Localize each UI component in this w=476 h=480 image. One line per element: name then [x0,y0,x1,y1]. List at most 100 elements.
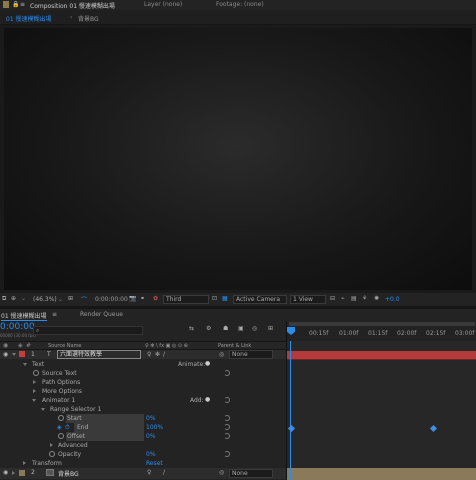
expand-arrow-icon[interactable] [33,389,36,393]
layer-name[interactable]: 背景BG [58,469,79,478]
comp-mini-flowchart-icon[interactable]: ⇆ [189,325,194,332]
motion-blur-icon[interactable]: ◎ [252,325,257,332]
tab-footage[interactable]: Footage: (none) [216,1,264,8]
playhead-line[interactable] [290,341,291,480]
layer-2-duration-bar[interactable] [287,468,476,480]
end-property-row[interactable]: ◈ ⏱ End 100% [0,423,286,432]
parent-link-header[interactable]: Parent & Link [218,343,251,349]
expression-pickwhip-icon[interactable] [224,451,230,457]
work-area-bar[interactable] [289,322,475,326]
zoom-level-dropdown[interactable]: (46.3%) [33,296,57,303]
mask-visibility-icon[interactable]: ⌒ [81,295,87,304]
expand-arrow-icon[interactable] [23,363,27,366]
always-preview-icon[interactable]: ⧉ [2,295,6,303]
expand-arrow-icon[interactable] [33,380,36,384]
subtab-active-comp[interactable]: 01 慢速模糊出場 [6,14,52,23]
expression-pickwhip-icon[interactable] [224,415,230,421]
tab-render-queue[interactable]: Render Queue [80,311,123,318]
current-time-code[interactable]: 0:00:00 [0,322,35,332]
parent-dropdown-layer-2[interactable]: None [229,469,273,478]
layer-name-field[interactable]: 六面選特效教學 [57,350,141,359]
lock-icon[interactable]: 🔒 [12,1,19,8]
magnification-icon[interactable]: ⊕ [11,295,16,302]
timeline-track-area[interactable] [286,341,476,480]
quality-switch-icon[interactable]: / [163,469,165,476]
keyframe-nav-icon[interactable]: ◈ [57,424,62,431]
expression-pickwhip-icon[interactable] [224,424,230,430]
layer-row-1[interactable]: ◉ 1 T 六面選特效教學 ♀ ✻ / ◎ None [0,350,286,359]
animate-add-icon[interactable]: ● [205,360,210,367]
end-value[interactable]: 100% [146,424,163,431]
expand-arrow-icon[interactable] [41,408,45,411]
resolution-dropdown[interactable]: Third [163,295,209,304]
draft-3d-icon[interactable]: ⚙ [206,325,211,332]
expand-arrow-icon[interactable] [23,461,26,465]
expression-pickwhip-icon[interactable] [224,397,230,403]
stopwatch-icon[interactable] [58,433,64,439]
shy-switch-icon[interactable]: ♀ [147,469,151,476]
offset-property-row[interactable]: Offset 0% [0,432,286,441]
view-layout-dropdown[interactable]: 1 View [290,295,326,304]
transform-reset-link[interactable]: Reset [146,460,163,467]
frame-blending-icon[interactable]: ▣ [238,325,244,332]
show-snapshot-icon[interactable]: ⚭ [140,295,145,302]
expand-arrow-icon[interactable] [12,353,16,356]
expand-arrow-icon[interactable] [50,443,53,447]
close-tab-icon[interactable]: ≡ [52,311,57,318]
offset-value[interactable]: 0% [146,433,156,440]
label-color-swatch[interactable] [19,470,25,476]
camera-dropdown[interactable]: Active Camera [233,295,287,304]
tab-layer[interactable]: Layer (none) [144,1,182,8]
expression-pickwhip-icon[interactable] [224,433,230,439]
transform-row[interactable]: Transform Reset [0,459,286,468]
exposure-reset-icon[interactable]: ✺ [374,295,379,302]
current-time-display[interactable]: 0:00:00:00 [95,296,128,303]
stopwatch-active-icon[interactable]: ⏱ [65,424,70,432]
flowchart-icon[interactable]: ⚘ [362,295,367,302]
shy-layers-icon[interactable]: ☗ [223,325,228,332]
fast-preview-icon[interactable]: ⌁ [341,295,345,302]
pickwhip-icon[interactable]: ◎ [219,469,224,476]
composition-viewer[interactable] [0,25,476,293]
layer-1-duration-bar[interactable] [287,351,476,360]
stopwatch-icon[interactable] [33,370,39,376]
label-color-swatch[interactable] [19,351,25,357]
expand-arrow-icon[interactable] [12,471,15,475]
opacity-value[interactable]: 0% [146,451,156,458]
exposure-value[interactable]: +0.0 [385,296,400,303]
parent-dropdown-layer-1[interactable]: None [229,350,273,359]
transparency-grid-icon[interactable]: ▦ [222,295,228,302]
path-options-row[interactable]: Path Options [0,378,286,387]
graph-editor-icon[interactable]: ⊞ [268,325,273,332]
subtab-background-comp[interactable]: 背景BG [78,14,99,23]
range-selector-row[interactable]: Range Selector 1 [0,405,286,414]
region-of-interest-icon[interactable]: ⊡ [212,295,217,302]
pixel-aspect-icon[interactable]: ⊟ [330,295,335,302]
safe-margins-icon[interactable]: ⊞ [68,295,73,302]
expand-arrow-icon[interactable] [32,399,36,402]
more-options-row[interactable]: More Options [0,387,286,396]
snapshot-icon[interactable]: 📷 [129,295,136,302]
source-text-row[interactable]: Source Text [0,369,286,378]
tab-timeline-comp[interactable]: 01 慢速模糊出場 [1,311,47,321]
advanced-row[interactable]: Advanced [0,441,286,450]
quality-switch-icon[interactable]: / [163,351,165,358]
color-channel-icon[interactable]: ✿ [153,295,158,302]
animator-row[interactable]: Animator 1 Add: ● [0,396,286,405]
time-ruler[interactable]: 00:15f 01:00f 01:15f 02:00f 02:15f 03:00… [286,321,476,341]
layer-row-2[interactable]: ◉ 2 背景BG ♀ / ◎ None [0,468,286,479]
stopwatch-icon[interactable] [58,415,64,421]
menu-icon[interactable]: ≡ [20,1,25,8]
add-property-icon[interactable]: ● [205,396,210,403]
visibility-eye-icon[interactable]: ◉ [3,351,8,358]
start-value[interactable]: 0% [146,415,156,422]
stopwatch-icon[interactable] [49,451,55,457]
composition-canvas[interactable] [4,28,472,290]
start-property-row[interactable]: Start 0% [0,414,286,423]
timeline-icon[interactable]: ▤ [351,295,357,302]
collapse-switch-icon[interactable]: ✻ [155,351,160,358]
end-keyframe-finish[interactable] [429,424,438,433]
text-group-row[interactable]: Text Animate: ● [0,360,286,369]
playhead-handle[interactable] [287,327,295,335]
layer-search-input[interactable]: ⌕ [33,326,143,335]
